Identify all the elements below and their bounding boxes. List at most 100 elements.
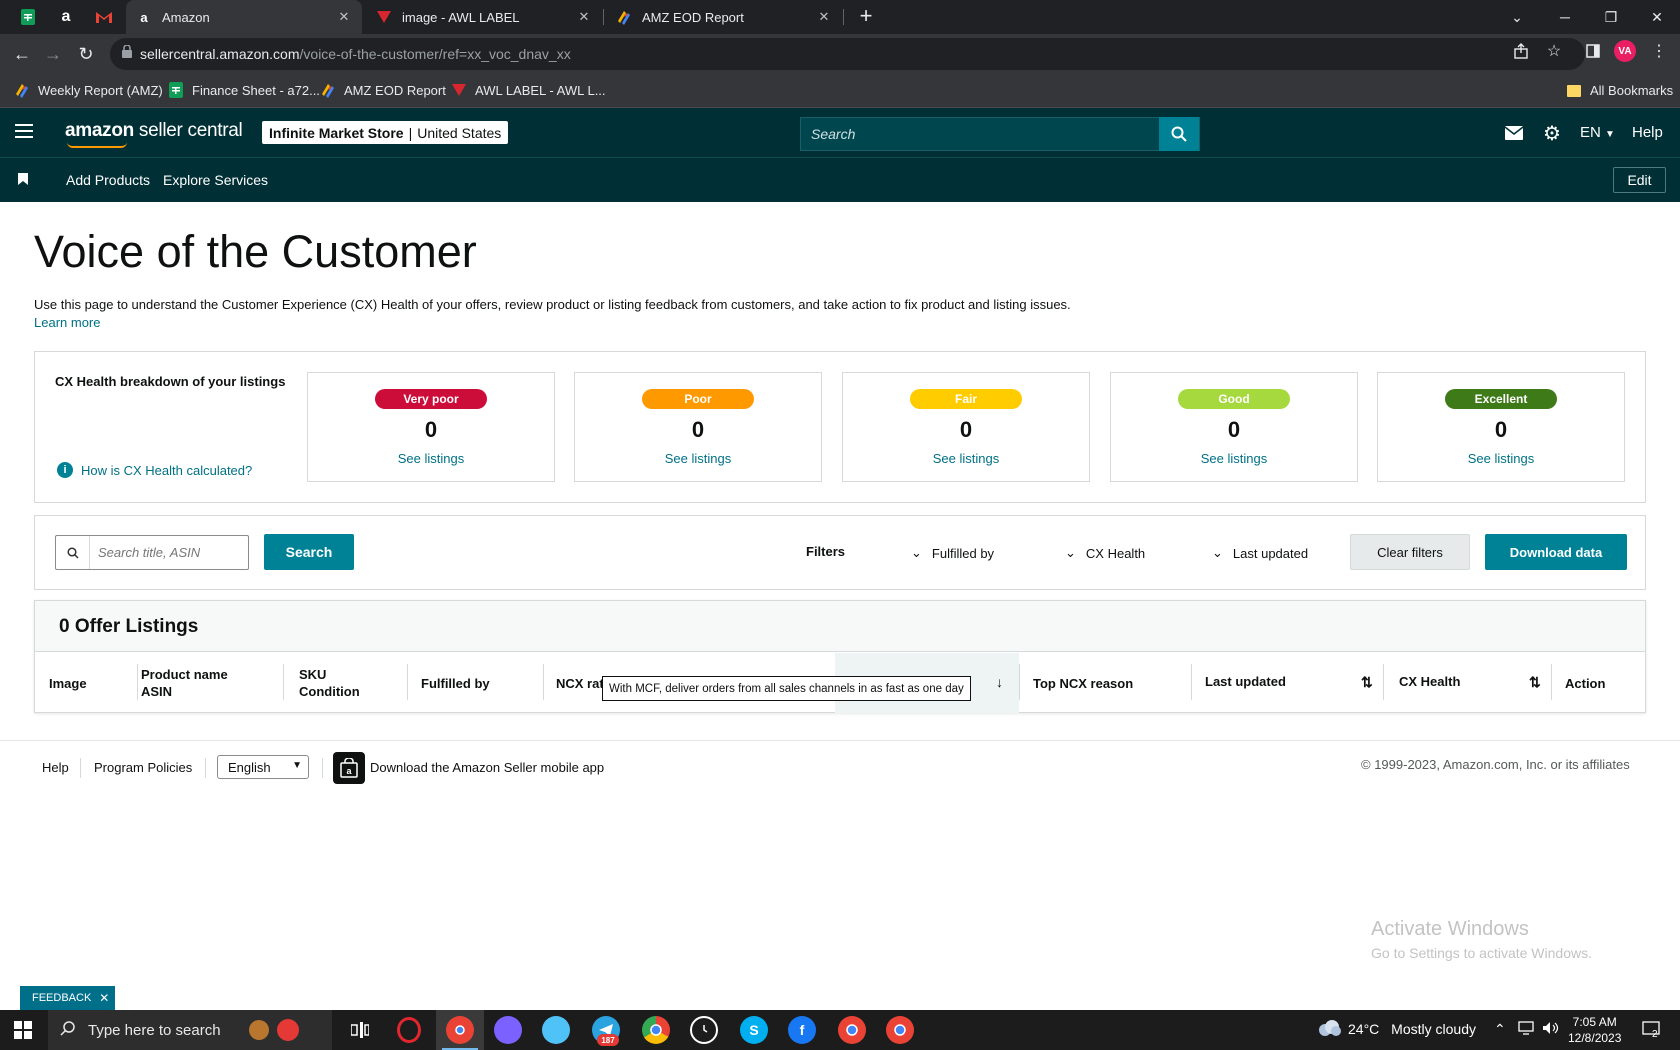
amazon-pinned-tab[interactable]: a [52, 5, 80, 29]
header-search[interactable]: Search [800, 117, 1200, 151]
footer-app-link[interactable]: Download the Amazon Seller mobile app [370, 760, 604, 775]
filter-last-updated[interactable]: ⌄ Last updated [1212, 545, 1308, 561]
chrome-profile-w-icon[interactable] [838, 1016, 866, 1044]
sort-icon[interactable]: ⇅ [1529, 674, 1541, 691]
taskbar-clock[interactable]: 7:05 AM 12/8/2023 [1568, 1014, 1621, 1046]
col-product-name[interactable]: Product name ASIN [141, 666, 228, 700]
bookmarks-bar: Weekly Report (AMZ) Finance Sheet - a72.… [0, 74, 1680, 108]
col-sku[interactable]: SKU Condition [299, 666, 360, 700]
chrome-profile-va-icon[interactable] [446, 1016, 474, 1044]
chevron-up-icon[interactable]: ⌃ [1494, 1021, 1506, 1038]
kebab-menu-icon[interactable]: ⋮ [1650, 42, 1668, 60]
filter-cx-health[interactable]: ⌄ CX Health [1065, 545, 1145, 561]
hamburger-menu-icon[interactable] [15, 124, 33, 138]
col-fulfilled-by[interactable]: Fulfilled by [421, 675, 490, 692]
task-view-icon[interactable] [346, 1016, 374, 1044]
search-icon [60, 1020, 76, 1040]
notification-count: 2 [1652, 1029, 1658, 1040]
header-search-button[interactable] [1159, 117, 1199, 151]
bookmark-amz-eod-report[interactable]: AMZ EOD Report [320, 82, 446, 98]
bookmark-finance-sheet[interactable]: Finance Sheet - a72... [168, 82, 320, 98]
edit-nav-button[interactable]: Edit [1613, 167, 1666, 193]
see-listings-link[interactable]: See listings [1378, 451, 1624, 466]
tab-awl-label[interactable]: image - AWL LABEL ✕ [366, 0, 602, 34]
see-listings-link[interactable]: See listings [575, 451, 821, 466]
share-icon[interactable] [1512, 42, 1530, 60]
parrot-app-icon[interactable] [542, 1016, 570, 1044]
address-bar[interactable]: sellercentral.amazon.com/voice-of-the-cu… [110, 38, 1585, 70]
opera-icon[interactable] [397, 1017, 421, 1043]
chrome-profile-2-icon[interactable] [886, 1016, 914, 1044]
notification-icon[interactable]: 2 [1642, 1021, 1662, 1042]
col-ncx-rate[interactable]: NCX rat [556, 675, 604, 692]
col-sku-label: SKU [299, 667, 327, 682]
footer-program-policies-link[interactable]: Program Policies [94, 760, 192, 775]
taskbar-search[interactable]: Type here to search [48, 1010, 332, 1050]
bookmark-weekly-report[interactable]: Weekly Report (AMZ) [14, 82, 163, 98]
see-listings-link[interactable]: See listings [1111, 451, 1357, 466]
feedback-tab[interactable]: FEEDBACK ✕ [20, 986, 116, 1010]
star-icon[interactable]: ☆ [1545, 42, 1563, 60]
amazon-app-icon[interactable]: a [333, 752, 365, 784]
tab-search-button[interactable]: ⌄ [1490, 0, 1544, 34]
speaker-icon[interactable] [1542, 1021, 1560, 1038]
all-bookmarks[interactable]: All Bookmarks [1566, 82, 1673, 98]
skype-icon[interactable]: S [740, 1016, 768, 1044]
sort-icon[interactable]: ⇅ [1361, 674, 1373, 691]
close-icon[interactable]: ✕ [336, 9, 352, 25]
tab-amz-eod-report[interactable]: AMZ EOD Report ✕ [606, 0, 842, 34]
tab-amazon[interactable]: a Amazon ✕ [126, 0, 362, 34]
bookmark-icon[interactable] [18, 172, 28, 190]
col-top-ncx-reason[interactable]: Top NCX reason [1033, 675, 1133, 692]
footer-language-select[interactable]: English ▼ [217, 755, 309, 779]
listing-search-input[interactable]: Search title, ASIN [55, 535, 249, 570]
reload-button[interactable]: ↻ [74, 42, 98, 66]
gmail-pinned-tab[interactable] [90, 5, 118, 29]
new-tab-button[interactable]: + [854, 5, 878, 29]
clock-app-icon[interactable] [690, 1016, 718, 1044]
column-divider [543, 664, 544, 700]
forward-button[interactable]: → [41, 42, 65, 66]
search-button[interactable]: Search [264, 534, 354, 570]
facebook-icon[interactable]: f [788, 1016, 816, 1044]
column-divider [1383, 664, 1384, 700]
back-button[interactable]: ← [10, 42, 34, 66]
col-cx-health[interactable]: CX Health [1399, 673, 1460, 690]
weather-widget[interactable]: 24°C Mostly cloudy [1348, 1021, 1476, 1037]
close-icon[interactable]: ✕ [816, 9, 832, 25]
col-last-updated[interactable]: Last updated [1205, 673, 1286, 690]
help-link[interactable]: Help [1632, 124, 1663, 141]
windows-start-icon[interactable] [14, 1021, 32, 1039]
browser-tab-bar: a a Amazon ✕ image - AWL LABEL ✕ AMZ EOD… [0, 0, 1680, 34]
footer-help-link[interactable]: Help [42, 760, 69, 775]
sheets-pinned-tab[interactable] [14, 5, 42, 29]
chrome-icon[interactable] [642, 1016, 670, 1044]
profile-avatar[interactable]: VA [1614, 40, 1636, 62]
chrome-profile-icon[interactable] [494, 1016, 522, 1044]
seller-central-logo[interactable]: amazon seller central [65, 120, 243, 148]
subnav-explore-services[interactable]: Explore Services [163, 172, 268, 188]
subnav-add-products[interactable]: Add Products [66, 172, 150, 188]
gear-icon[interactable]: ⚙ [1541, 122, 1563, 145]
network-icon[interactable] [1518, 1021, 1534, 1038]
store-selector[interactable]: Infinite Market Store | United States [262, 121, 509, 144]
see-listings-link[interactable]: See listings [308, 451, 554, 466]
column-divider [137, 664, 138, 700]
bookmark-awl-label[interactable]: AWL LABEL - AWL L... [451, 82, 606, 98]
filter-fulfilled-by[interactable]: ⌄ Fulfilled by [911, 545, 994, 561]
language-selector[interactable]: EN ▼ [1580, 124, 1615, 141]
download-data-button[interactable]: Download data [1485, 534, 1627, 570]
learn-more-link[interactable]: Learn more [34, 315, 100, 330]
header-search-input[interactable]: Search [811, 126, 1159, 142]
close-icon[interactable]: ✕ [576, 9, 592, 25]
mail-icon[interactable] [1503, 122, 1525, 144]
close-icon[interactable]: ✕ [99, 991, 109, 1005]
cx-health-label: CX Health breakdown of your listings [55, 374, 286, 389]
clear-filters-button[interactable]: Clear filters [1350, 534, 1470, 570]
arrow-down-icon[interactable]: ↓ [996, 674, 1003, 690]
window-close-button[interactable]: ✕ [1630, 0, 1680, 34]
see-listings-link[interactable]: See listings [843, 451, 1089, 466]
bookmark-label: AMZ EOD Report [344, 82, 446, 98]
cx-health-help-link[interactable]: i How is CX Health calculated? [57, 462, 252, 478]
side-panel-icon[interactable] [1584, 42, 1602, 60]
